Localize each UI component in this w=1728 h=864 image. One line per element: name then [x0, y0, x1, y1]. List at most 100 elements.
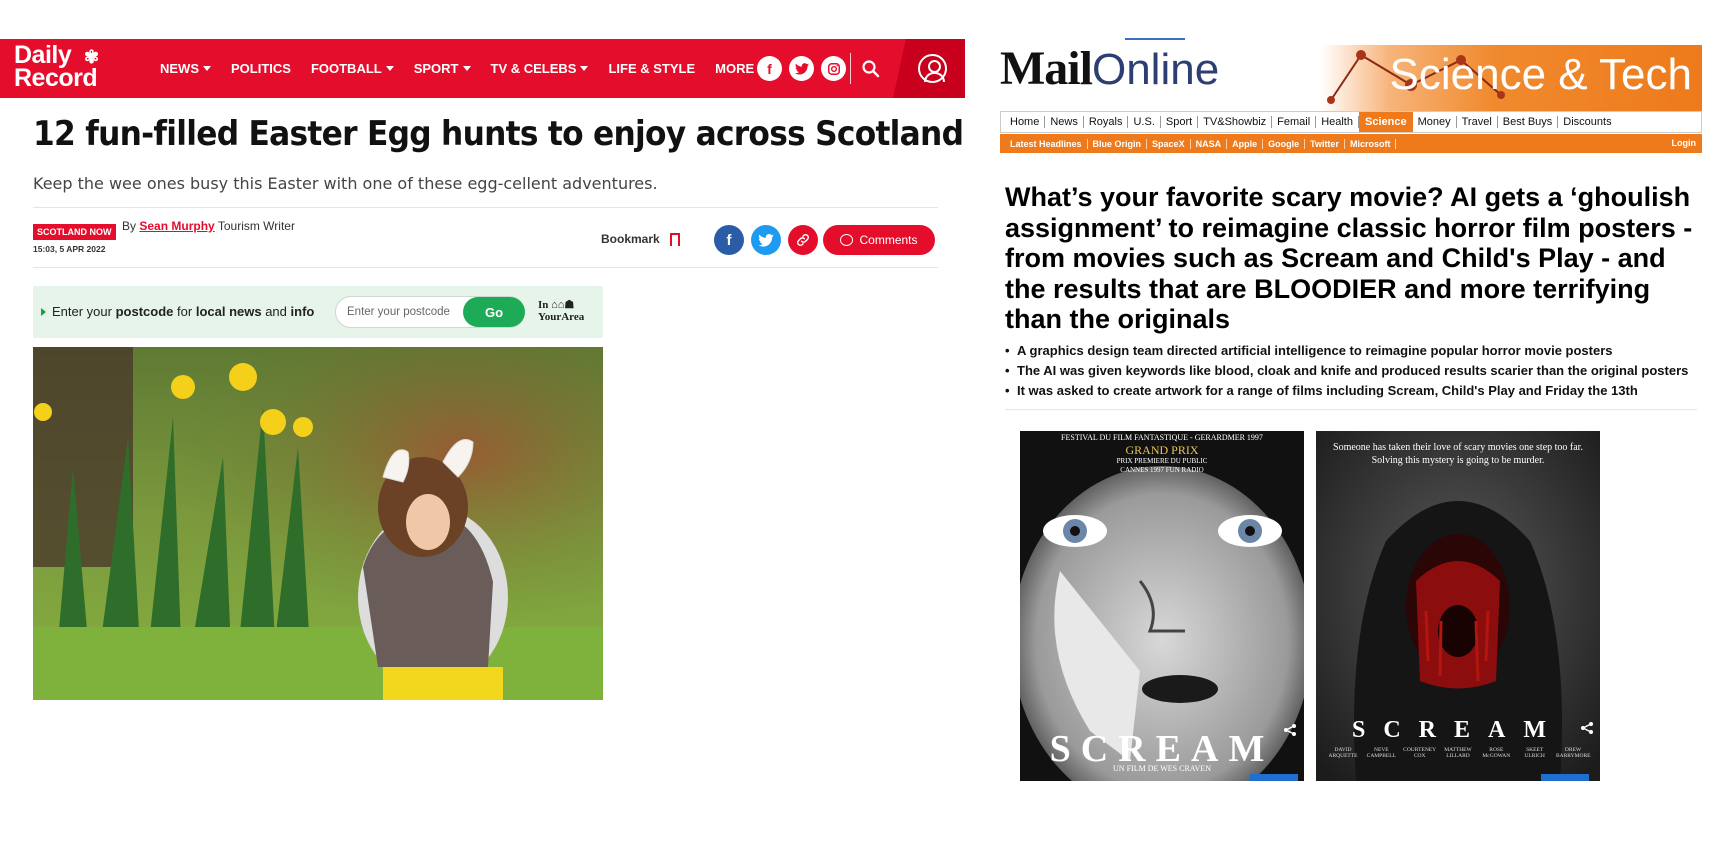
festival-text: FESTIVAL DU FILM FANTASTIQUE - GERARDMER… — [1061, 433, 1263, 442]
social-links: f — [757, 56, 846, 81]
nav-item-money[interactable]: Money — [1413, 116, 1457, 128]
nav-item-tv-showbiz[interactable]: TV&Showbiz — [1198, 116, 1273, 128]
section-banner: Science & Tech — [1321, 45, 1702, 111]
bookmark-button[interactable]: Bookmark — [601, 232, 680, 250]
subnav-item-twitter[interactable]: Twitter — [1305, 138, 1345, 149]
mail-online-article: MailOnline Science & Tech Home News Royals… — [990, 0, 1728, 864]
cast-name: NEVE CAMPBELL — [1366, 747, 1396, 759]
nav-label: FOOTBALL — [310, 61, 382, 76]
summary-bullet: The AI was given keywords like blood, cl… — [1005, 361, 1705, 381]
prompt-text: and — [265, 304, 287, 319]
in-your-area-logo[interactable]: In ⌂⌂☗ YourArea — [538, 299, 584, 323]
share-icon[interactable] — [1580, 721, 1594, 735]
nav-item-tv-celebs[interactable]: TV & CELEBS — [491, 61, 589, 76]
subnav-item-blue-origin[interactable]: Blue Origin — [1088, 138, 1148, 149]
brand-text: YourArea — [538, 311, 585, 323]
cast-name: DREW BARRYMORE — [1555, 747, 1591, 759]
facebook-icon[interactable]: f — [757, 56, 782, 81]
chevron-down-icon — [203, 66, 211, 71]
twitter-icon[interactable] — [789, 56, 814, 81]
subnav-item-apple[interactable]: Apple — [1227, 138, 1264, 149]
houses-icon: ⌂⌂☗ — [551, 299, 575, 311]
sub-nav: Latest Headlines Blue Origin SpaceX NASA App… — [1000, 134, 1702, 153]
divider — [1005, 409, 1697, 410]
nav-item-best-buys[interactable]: Best Buys — [1498, 116, 1559, 128]
instagram-icon[interactable] — [821, 56, 846, 81]
nav-item-news[interactable]: News — [1045, 116, 1084, 128]
nav-item-life-style[interactable]: LIFE & STYLE — [608, 61, 695, 76]
prompt-bold: postcode — [115, 304, 174, 319]
nav-item-discounts[interactable]: Discounts — [1558, 116, 1616, 128]
copy-link-icon[interactable] — [788, 225, 818, 255]
expand-tag[interactable] — [1541, 774, 1589, 781]
subnav-item-microsoft[interactable]: Microsoft — [1345, 138, 1397, 149]
article-headline: What’s your favorite scary movie? AI get… — [1005, 182, 1693, 334]
login-link[interactable]: Login — [1672, 138, 1697, 148]
prix-text: PRIX PREMIERE DU PUBLIC — [1116, 457, 1208, 465]
cannes-text: CANNES 1997 FUN RADIO — [1120, 466, 1204, 474]
prompt-bold: local news — [195, 304, 262, 319]
subnav-item-spacex[interactable]: SpaceX — [1147, 138, 1191, 149]
nav-item-royals[interactable]: Royals — [1084, 116, 1129, 128]
nav-item-health[interactable]: Health — [1316, 116, 1359, 128]
bookmark-label: Bookmark — [601, 232, 660, 246]
nav-item-home[interactable]: Home — [1005, 116, 1046, 128]
article-hero-image[interactable] — [33, 347, 603, 700]
daily-record-article: Daily Record ✾ NEWS POLITICS FOOTBALL SPORT T… — [0, 0, 965, 864]
nav-item-football[interactable]: FOOTBALL — [311, 61, 394, 76]
author-link[interactable]: Sean Murphy — [139, 219, 214, 233]
nav-item-news[interactable]: NEWS — [160, 61, 211, 76]
nav-item-femail[interactable]: Femail — [1272, 116, 1317, 128]
director-credit: UN FILM DE WES CRAVEN — [1113, 764, 1211, 773]
cast-name: DAVID ARQUETTE — [1328, 747, 1358, 759]
logo-online-text: Online — [1091, 45, 1220, 94]
nav-item-sport[interactable]: Sport — [1161, 116, 1199, 128]
article-title: 12 fun-filled Easter Egg hunts to enjoy … — [33, 114, 964, 154]
original-scream-poster[interactable]: FESTIVAL DU FILM FANTASTIQUE - GERARDMER… — [1020, 431, 1304, 781]
summary-bullet: It was asked to create artwork for a ran… — [1005, 381, 1705, 401]
cast-name: COURTENEY COX — [1403, 747, 1437, 759]
expand-tag[interactable] — [1250, 774, 1298, 781]
facebook-share-icon[interactable]: f — [714, 225, 744, 255]
top-nav-bar: Daily Record ✾ NEWS POLITICS FOOTBALL SPORT T… — [0, 39, 965, 98]
subnav-item-latest-headlines[interactable]: Latest Headlines — [1005, 138, 1088, 149]
category-badge[interactable]: SCOTLAND NOW — [33, 224, 116, 240]
go-button[interactable]: Go — [463, 297, 525, 327]
main-menu: NEWS POLITICS FOOTBALL SPORT TV & CELEBS LIFE… — [160, 39, 786, 98]
poster-tagline: Solving this mystery is going to be murd… — [1371, 455, 1545, 466]
search-icon[interactable] — [858, 56, 884, 82]
byline-prefix: By — [122, 219, 137, 233]
main-nav: Home News Royals U.S. Sport TV&Showbiz Femail H… — [1000, 111, 1702, 133]
logo-mail-text: Mail — [1000, 42, 1093, 95]
comments-button[interactable]: Comments — [823, 225, 935, 255]
nav-item-science[interactable]: Science — [1358, 112, 1413, 132]
byline: By Sean Murphy Tourism Writer — [122, 219, 295, 233]
nav-item-politics[interactable]: POLITICS — [231, 61, 291, 76]
accent-line — [1125, 38, 1185, 40]
comments-label: Comments — [859, 233, 918, 247]
nav-label: MORE — [715, 61, 755, 76]
nav-item-sport[interactable]: SPORT — [414, 61, 471, 76]
poster-title: SCREAM — [1351, 717, 1564, 743]
comment-bubble-icon — [840, 234, 854, 246]
mail-online-logo[interactable]: MailOnline — [1000, 42, 1219, 97]
grand-prix-text: GRAND PRIX — [1125, 443, 1199, 457]
subnav-item-google[interactable]: Google — [1263, 138, 1306, 149]
chevron-down-icon — [385, 66, 394, 71]
author-role: Tourism Writer — [217, 219, 295, 233]
postcode-widget: Enter your postcode for local news and i… — [33, 286, 603, 338]
user-account-icon[interactable] — [918, 54, 947, 83]
arrow-icon — [41, 308, 46, 316]
nav-label: POLITICS — [231, 61, 291, 76]
daily-record-logo[interactable]: Daily Record ✾ — [14, 43, 118, 94]
nav-item-u-s[interactable]: U.S. — [1128, 116, 1161, 128]
divider — [33, 267, 938, 268]
share-icon[interactable] — [1283, 723, 1297, 737]
chevron-down-icon — [462, 66, 471, 71]
chevron-down-icon — [580, 66, 589, 71]
cast-name: MATTHEW LILLARD — [1444, 747, 1472, 759]
subnav-item-nasa[interactable]: NASA — [1191, 138, 1228, 149]
twitter-share-icon[interactable] — [751, 225, 781, 255]
ai-scream-poster[interactable]: Someone has taken their love of scary mo… — [1316, 431, 1600, 781]
nav-item-travel[interactable]: Travel — [1457, 116, 1498, 128]
